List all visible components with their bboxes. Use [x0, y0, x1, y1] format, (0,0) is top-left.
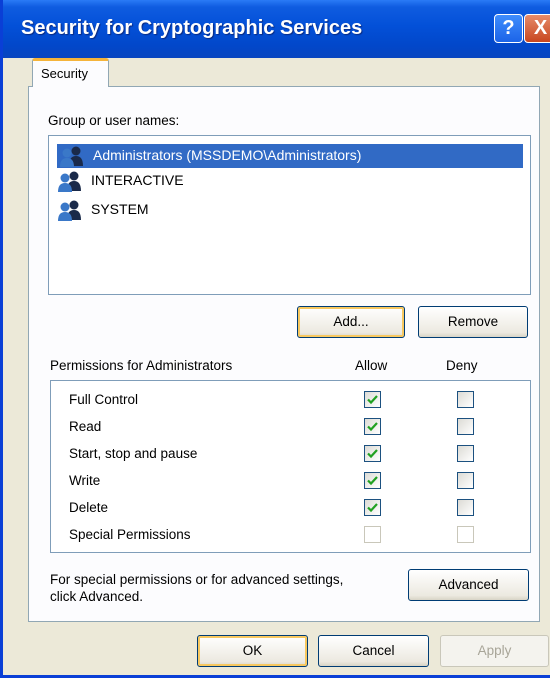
- check-icon: [367, 503, 378, 513]
- user-list[interactable]: Administrators (MSSDEMO\Administrators) …: [48, 135, 531, 295]
- ok-button[interactable]: OK: [197, 635, 308, 667]
- add-button[interactable]: Add...: [297, 306, 405, 338]
- permission-row-special: Special Permissions: [69, 522, 519, 549]
- user-item-label: SYSTEM: [91, 201, 149, 217]
- permission-row-start-stop-pause: Start, stop and pause: [69, 441, 519, 468]
- remove-button[interactable]: Remove: [418, 306, 528, 338]
- users-group-icon: [58, 171, 81, 192]
- permission-row-write: Write: [69, 468, 519, 495]
- close-button[interactable]: X: [524, 14, 550, 43]
- permission-name: Special Permissions: [69, 527, 191, 542]
- check-icon: [367, 422, 378, 432]
- permission-name: Read: [69, 419, 102, 434]
- user-item-interactive[interactable]: INTERACTIVE: [55, 169, 525, 193]
- allow-checkbox[interactable]: [364, 472, 381, 489]
- deny-checkbox: [457, 526, 474, 543]
- tab-security[interactable]: Security: [32, 58, 109, 87]
- window-title: Security for Cryptographic Services: [21, 17, 363, 39]
- deny-checkbox[interactable]: [457, 499, 474, 516]
- deny-checkbox[interactable]: [457, 472, 474, 489]
- permissions-list: Full Control Read Start, stop and pause …: [50, 380, 531, 553]
- permission-name: Write: [69, 473, 101, 488]
- advanced-button[interactable]: Advanced: [408, 569, 529, 601]
- allow-checkbox[interactable]: [364, 499, 381, 516]
- advanced-hint-line1: For special permissions or for advanced …: [50, 572, 344, 587]
- permission-name: Full Control: [69, 392, 139, 407]
- deny-column-header: Deny: [446, 358, 478, 373]
- permission-row-read: Read: [69, 414, 519, 441]
- user-item-system[interactable]: SYSTEM: [55, 198, 525, 222]
- deny-checkbox[interactable]: [457, 445, 474, 462]
- title-bar[interactable]: Security for Cryptographic Services ? X: [3, 0, 550, 58]
- apply-button: Apply: [440, 635, 549, 667]
- group-names-label: Group or user names:: [48, 113, 180, 128]
- security-dialog: Security for Cryptographic Services ? X …: [0, 0, 550, 678]
- allow-checkbox[interactable]: [364, 418, 381, 435]
- allow-checkbox: [364, 526, 381, 543]
- check-icon: [367, 395, 378, 405]
- permission-name: Start, stop and pause: [69, 446, 198, 461]
- help-button[interactable]: ?: [494, 14, 523, 43]
- permission-row-full-control: Full Control: [69, 387, 519, 414]
- allow-checkbox[interactable]: [364, 445, 381, 462]
- check-icon: [367, 449, 378, 459]
- cancel-button[interactable]: Cancel: [318, 635, 429, 667]
- user-item-label: Administrators (MSSDEMO\Administrators): [91, 147, 364, 163]
- deny-checkbox[interactable]: [457, 391, 474, 408]
- allow-column-header: Allow: [355, 358, 388, 373]
- allow-checkbox[interactable]: [364, 391, 381, 408]
- user-item-label: INTERACTIVE: [91, 172, 184, 188]
- deny-checkbox[interactable]: [457, 418, 474, 435]
- permission-row-delete: Delete: [69, 495, 519, 522]
- advanced-hint-line2: click Advanced.: [50, 589, 144, 604]
- check-icon: [367, 476, 378, 486]
- users-group-icon: [60, 146, 83, 167]
- permissions-label: Permissions for Administrators: [50, 358, 233, 373]
- permission-name: Delete: [69, 500, 109, 515]
- user-item-administrators[interactable]: Administrators (MSSDEMO\Administrators): [57, 144, 523, 168]
- users-group-icon: [58, 200, 81, 221]
